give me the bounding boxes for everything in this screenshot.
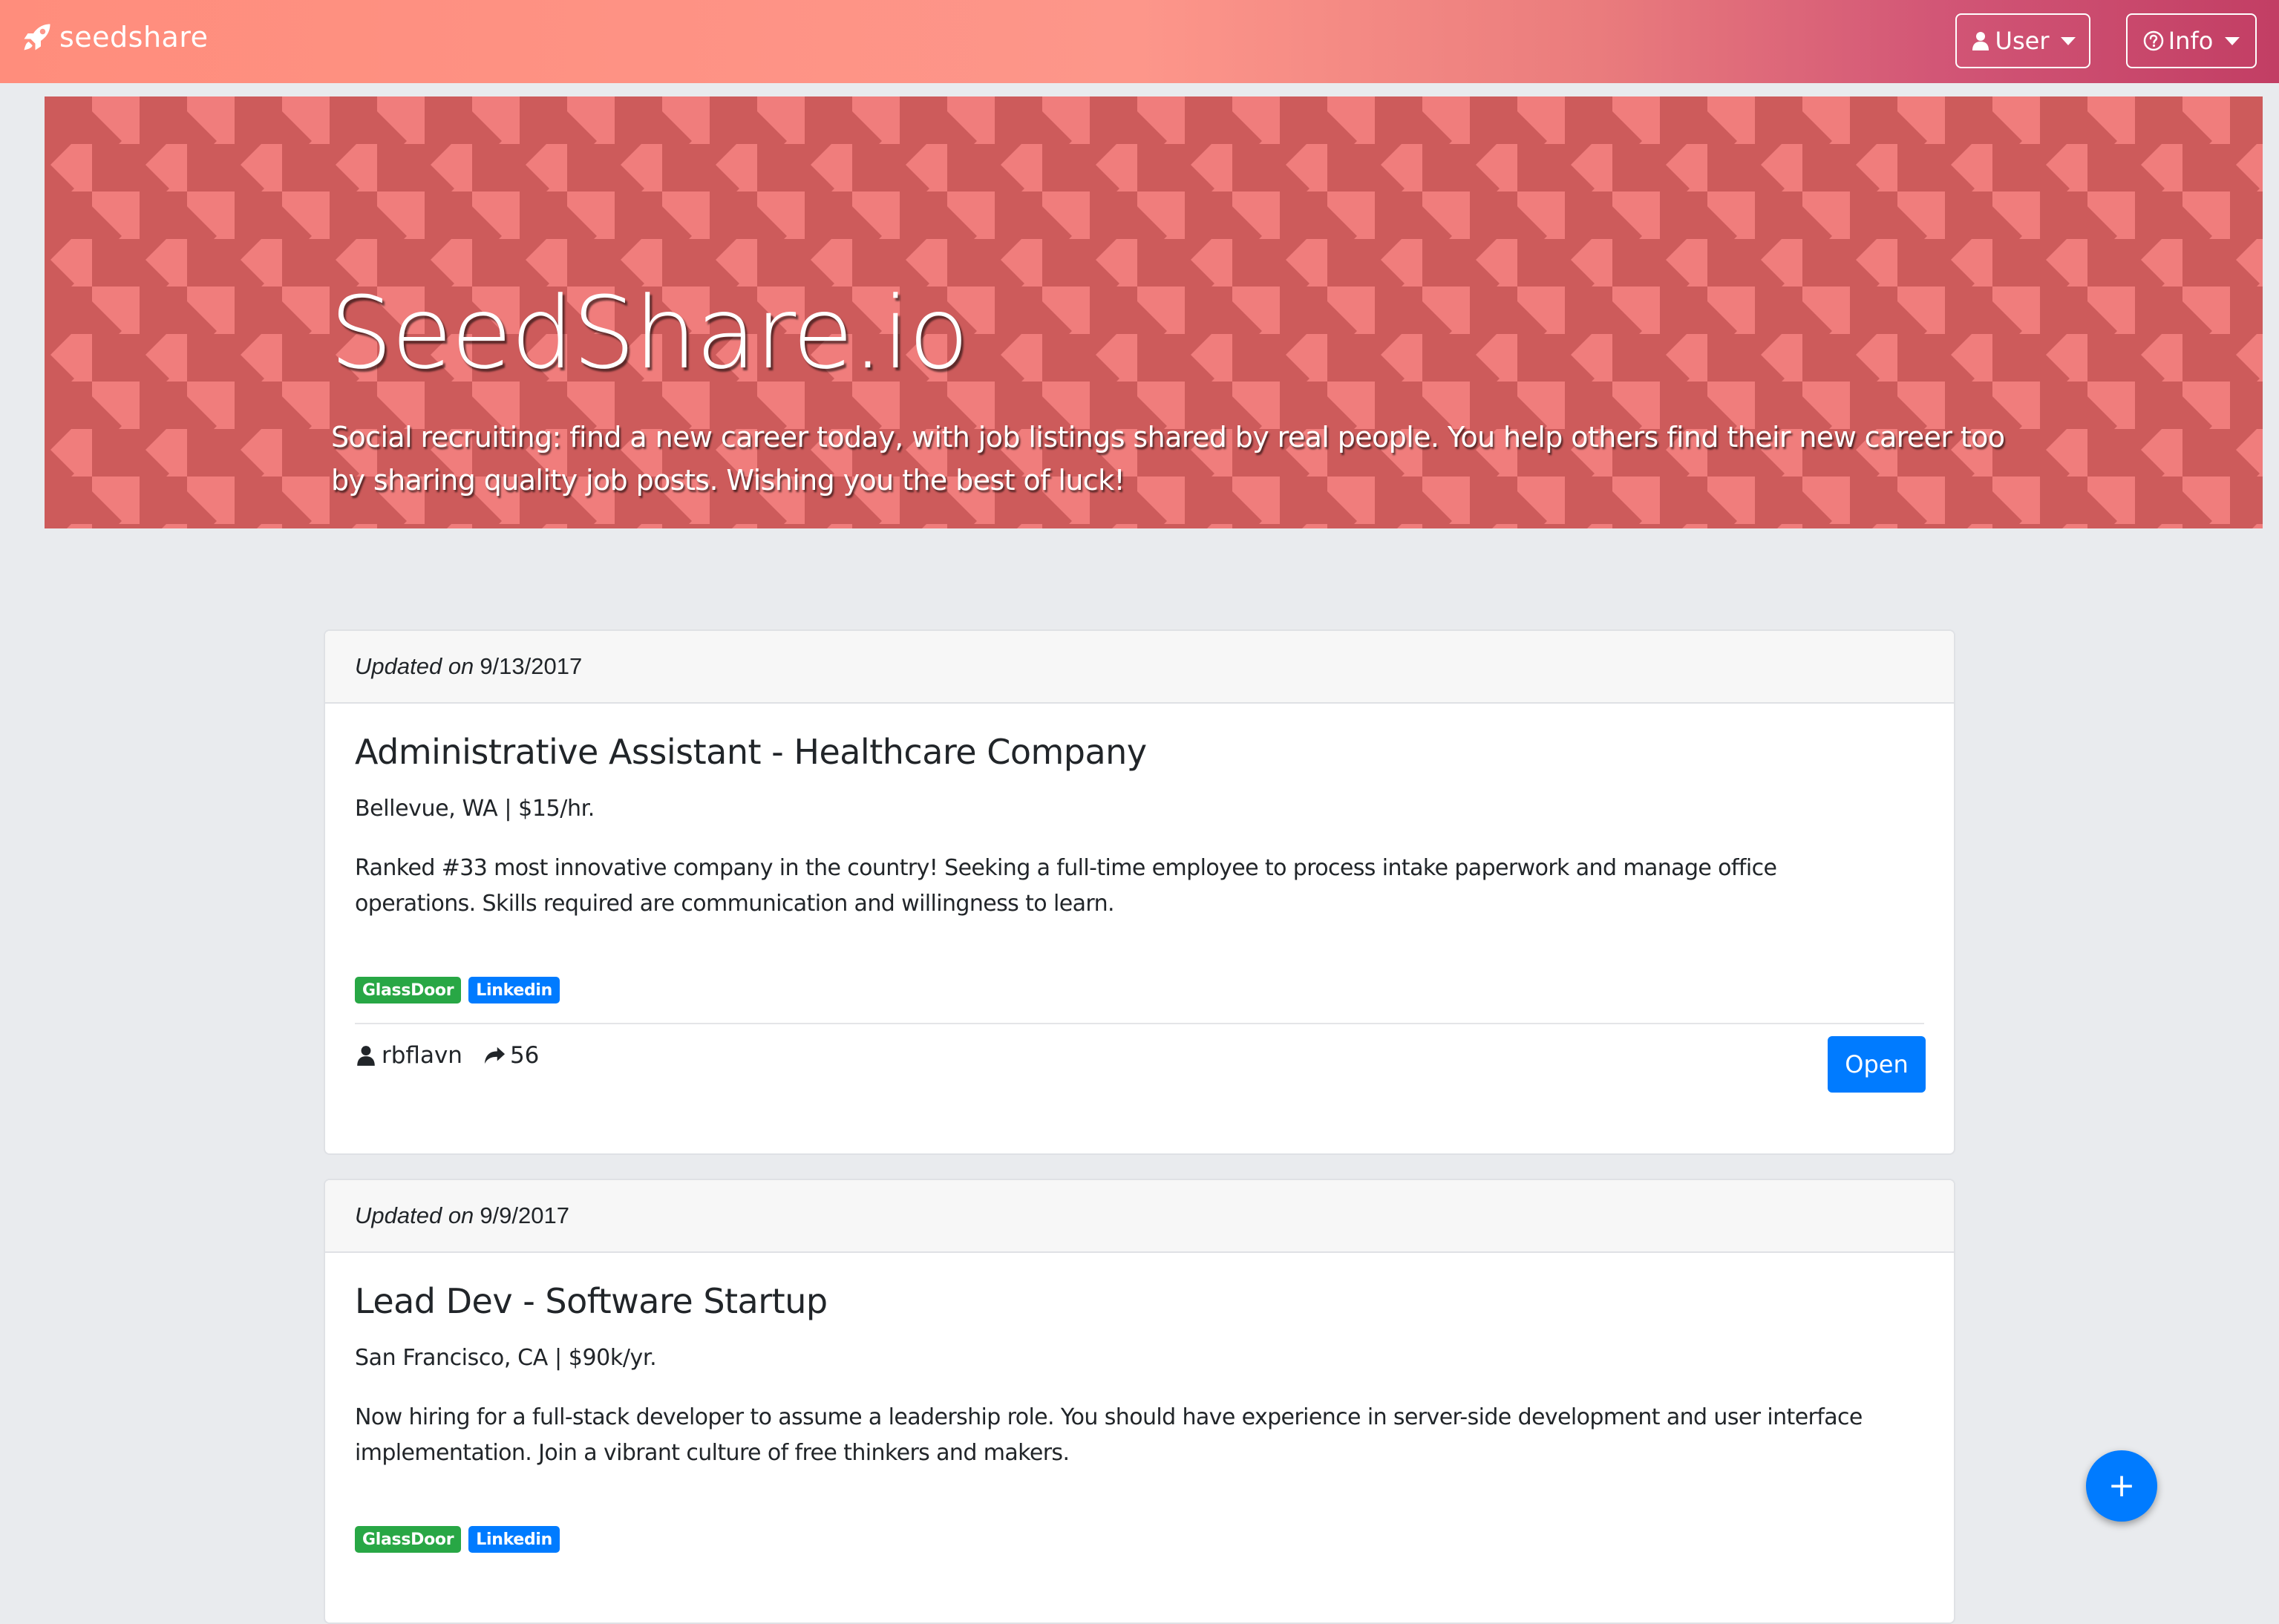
job-description: Ranked #33 most innovative company in th…	[355, 855, 1777, 917]
question-circle-icon	[2143, 30, 2163, 51]
job-title: Administrative Assistant - Healthcare Co…	[355, 732, 1147, 772]
card-header: Updated on 9/9/2017	[325, 1180, 1954, 1253]
job-location-salary: San Francisco, CA | $90k/yr.	[355, 1345, 657, 1371]
job-description: Now hiring for a full-stack developer to…	[355, 1404, 1863, 1466]
hero-title: SeedShare.io	[330, 275, 969, 391]
updated-date: 9/13/2017	[480, 653, 583, 679]
tag-linkedin[interactable]: Linkedin	[468, 1526, 560, 1553]
share-count[interactable]: 56	[483, 1042, 539, 1069]
updated-date: 9/9/2017	[480, 1202, 569, 1228]
user-menu-label: User	[1995, 27, 2050, 55]
job-tags: GlassDoor Linkedin	[355, 1526, 560, 1553]
add-job-button[interactable]: +	[2086, 1450, 2157, 1522]
job-location-salary: Bellevue, WA | $15/hr.	[355, 796, 595, 822]
share-count-value: 56	[509, 1042, 540, 1069]
brand-text: seedshare	[59, 21, 209, 53]
brand-link[interactable]: seedshare	[22, 21, 209, 53]
share-icon	[484, 1047, 506, 1064]
top-navbar: seedshare User Info	[0, 0, 2279, 83]
chevron-down-icon	[2225, 36, 2240, 45]
tag-linkedin[interactable]: Linkedin	[468, 977, 560, 1003]
open-button[interactable]: Open	[1828, 1036, 1926, 1093]
info-menu-button[interactable]: Info	[2126, 13, 2257, 68]
author-name: rbflavn	[382, 1042, 462, 1069]
job-card: Updated on 9/9/2017 Lead Dev - Software …	[324, 1179, 1955, 1624]
info-menu-label: Info	[2168, 27, 2214, 55]
user-icon	[1972, 32, 1989, 50]
updated-label: Updated on	[355, 653, 474, 679]
hero-banner: SeedShare.io Social recruiting: find a n…	[45, 96, 2263, 528]
hero-subtitle: Social recruiting: find a new career tod…	[331, 421, 2005, 497]
job-tags: GlassDoor Linkedin	[355, 977, 560, 1003]
author[interactable]: rbflavn	[355, 1042, 462, 1069]
tag-glassdoor[interactable]: GlassDoor	[355, 977, 462, 1003]
job-card: Updated on 9/13/2017 Administrative Assi…	[324, 629, 1955, 1155]
user-icon	[357, 1046, 375, 1066]
updated-label: Updated on	[355, 1202, 474, 1228]
job-title: Lead Dev - Software Startup	[355, 1281, 828, 1321]
chevron-down-icon	[2061, 36, 2076, 45]
job-footer: rbflavn 56	[355, 1042, 539, 1069]
user-menu-button[interactable]: User	[1955, 13, 2090, 68]
rocket-icon	[24, 24, 50, 50]
tag-glassdoor[interactable]: GlassDoor	[355, 1526, 462, 1553]
card-header: Updated on 9/13/2017	[325, 631, 1954, 704]
divider	[355, 1023, 1924, 1024]
